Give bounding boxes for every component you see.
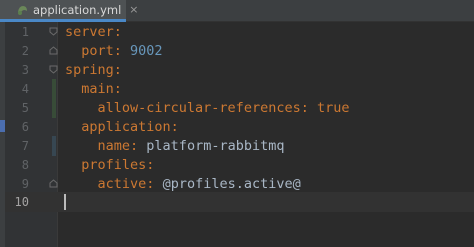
- yaml-key: port: [81, 43, 114, 59]
- line-number: 6: [21, 120, 29, 134]
- code-line-2: port: 9002: [65, 41, 163, 61]
- yaml-colon: :: [146, 157, 155, 173]
- vcs-added-marker[interactable]: [52, 79, 56, 99]
- tab-label: application.yml: [33, 2, 122, 17]
- fold-marker-icon[interactable]: [49, 179, 58, 188]
- line-number: 9: [21, 177, 29, 191]
- line-number-current: 10: [14, 195, 29, 209]
- line-number: 2: [21, 44, 29, 58]
- line-number: 1: [21, 25, 29, 39]
- yaml-value: @profiles.active@: [154, 176, 301, 192]
- code-line-9: active: @profiles.active@: [65, 174, 301, 194]
- yaml-colon: :: [113, 62, 122, 78]
- editor-tab-bar: application.yml ×: [0, 0, 474, 22]
- yaml-value: 9002: [121, 43, 163, 59]
- yaml-key: profiles: [81, 157, 147, 173]
- yaml-key: application: [81, 119, 171, 135]
- yaml-colon: :: [300, 100, 309, 116]
- code-line-1: server:: [65, 22, 122, 42]
- line-number: 4: [21, 82, 29, 96]
- line-number: 5: [21, 101, 29, 115]
- fold-marker-icon[interactable]: [49, 27, 58, 36]
- fold-marker-icon[interactable]: [49, 46, 58, 55]
- text-caret: [64, 194, 66, 210]
- yaml-colon: :: [130, 138, 139, 154]
- yaml-key: main: [81, 81, 114, 97]
- yaml-value: true: [308, 100, 350, 116]
- yaml-key: active: [97, 176, 147, 192]
- code-line-6: application:: [65, 117, 179, 137]
- line-number: 8: [21, 158, 29, 172]
- yaml-key: server: [65, 24, 114, 40]
- close-icon[interactable]: ×: [129, 4, 138, 15]
- yaml-colon: :: [113, 43, 122, 59]
- yaml-colon: :: [113, 81, 122, 97]
- yaml-value: platform-rabbitmq: [138, 138, 285, 154]
- code-line-4: main:: [65, 79, 122, 99]
- code-line-3: spring:: [65, 60, 122, 80]
- line-number: 7: [21, 139, 29, 153]
- code-line-7: name: platform-rabbitmq: [65, 136, 285, 156]
- yaml-key: spring: [65, 62, 114, 78]
- code-line-5: allow-circular-references: true: [65, 98, 350, 118]
- vcs-modified-marker[interactable]: [52, 136, 56, 156]
- vcs-added-marker[interactable]: [52, 98, 56, 118]
- yaml-key: name: [97, 138, 131, 154]
- fold-marker-icon[interactable]: [49, 65, 58, 74]
- yaml-icon: [16, 3, 29, 16]
- current-line-highlight: [5, 192, 474, 212]
- tab-application-yml[interactable]: application.yml ×: [0, 0, 139, 22]
- yaml-key: allow-circular-references: [97, 100, 301, 116]
- line-number: 3: [21, 63, 29, 77]
- yaml-colon: :: [113, 24, 122, 40]
- code-line-8: profiles:: [65, 155, 154, 175]
- yaml-colon: :: [170, 119, 179, 135]
